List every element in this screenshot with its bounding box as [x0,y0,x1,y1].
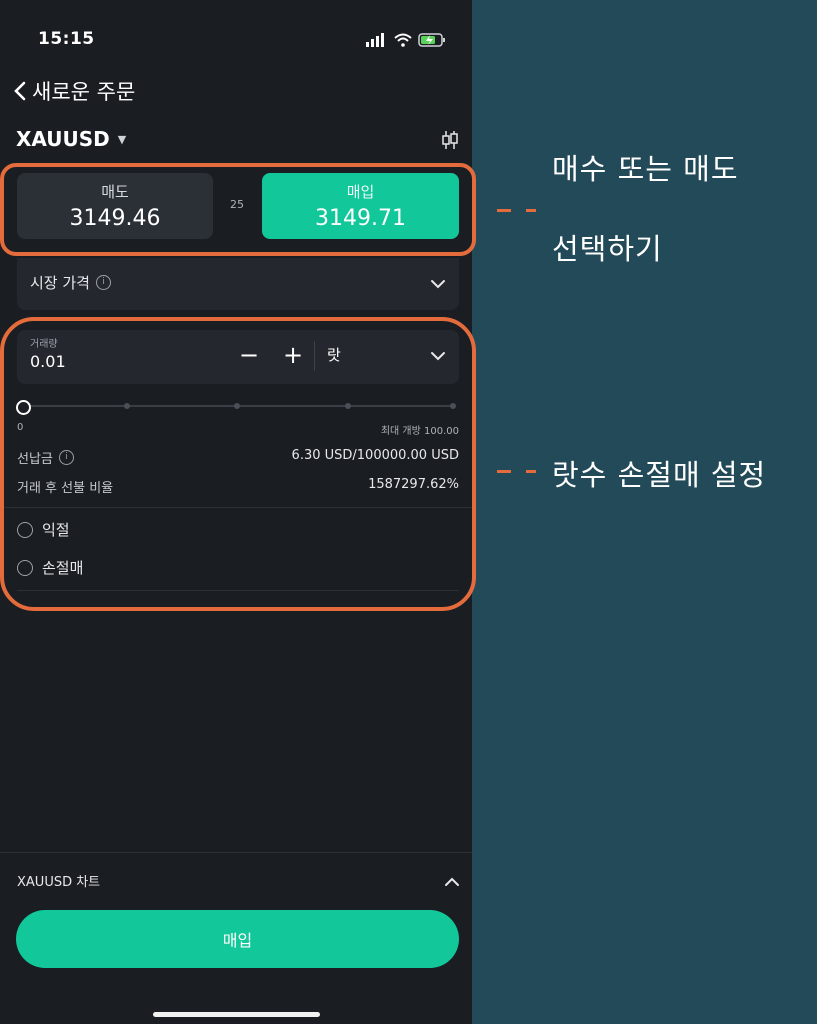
wifi-icon [394,33,412,47]
submit-buy-button[interactable]: 매입 [16,910,459,968]
home-indicator [153,1012,320,1017]
highlight-volume-stoploss [0,317,476,611]
callout-1-line2: 선택하기 [552,232,663,266]
status-time: 15:15 [38,29,95,49]
order-type-label: 시장 가격 [30,274,90,292]
caret-down-icon: ▼ [117,132,127,146]
chart-toggle-label[interactable]: XAUUSD 차트 [17,871,100,890]
footer-divider [0,852,472,853]
callout-dash [497,209,511,212]
battery-icon [418,33,445,47]
candlestick-chart-icon[interactable] [440,130,460,150]
chevron-down-icon[interactable] [430,276,446,292]
page-title: 새로운 주문 [32,80,136,104]
info-icon[interactable]: i [95,275,111,290]
callout-2: 랏수 손절매 설정 [552,458,767,492]
callout-dash [526,470,536,473]
callout-dash [497,470,511,473]
chevron-left-icon [14,81,26,101]
callout-dash [526,209,536,212]
chevron-up-icon[interactable] [444,874,460,890]
back-button[interactable]: 새로운 주문 [14,78,135,104]
symbol-name: XAUUSD [16,127,110,151]
symbol-selector[interactable]: XAUUSD ▼ [16,126,126,152]
highlight-buy-sell [0,163,476,256]
callout-1-line1: 매수 또는 매도 [552,152,739,186]
status-icons [366,31,446,49]
order-type-label-row: 시장 가격 i [30,272,111,293]
signal-icon [366,33,384,47]
